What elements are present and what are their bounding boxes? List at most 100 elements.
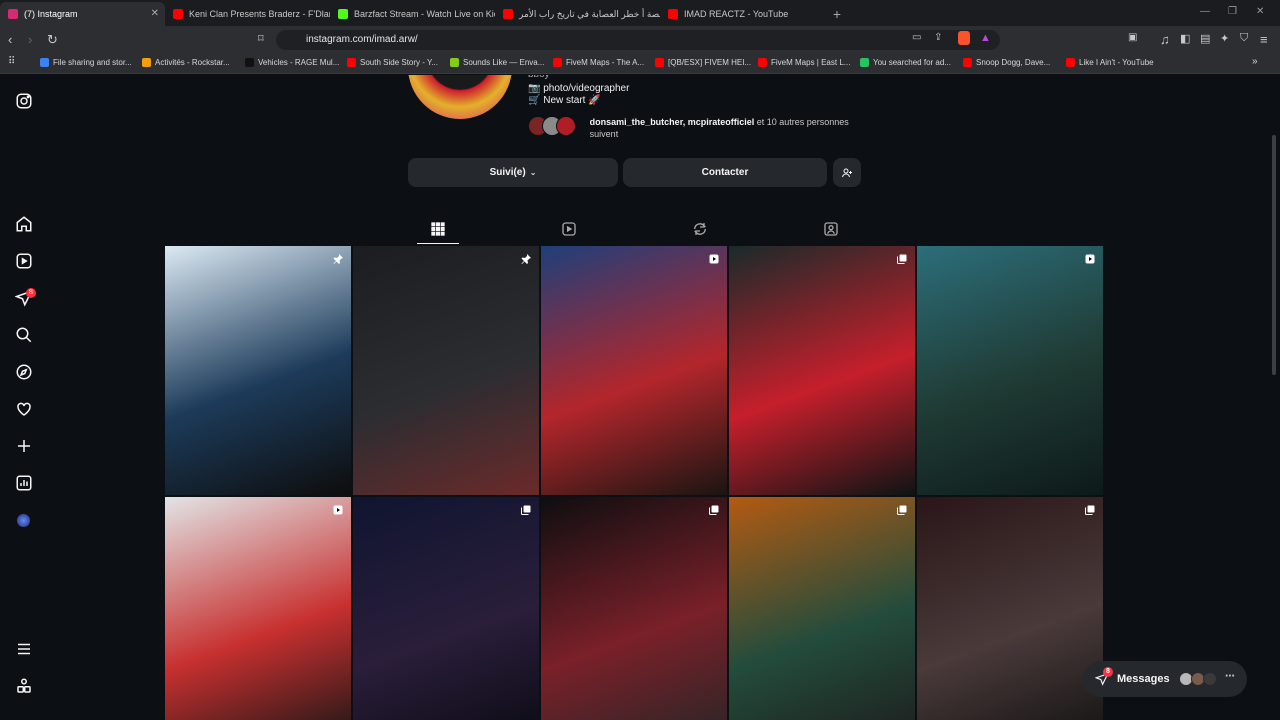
bookmark-item[interactable]: South Side Story - Y... [347, 58, 438, 67]
notifications-badge: 8 [26, 288, 36, 298]
bookmarks-bar: ⠿ File sharing and stor... Activités - Ro… [0, 54, 1280, 74]
active-tab-indicator [417, 243, 459, 244]
rewards-icon[interactable]: ▲ [980, 32, 991, 44]
bookmark-label: [QB/ESX] FIVEM HEI... [668, 58, 752, 67]
pin-icon [332, 252, 344, 264]
leo-ai-icon[interactable]: ✦ [1220, 32, 1229, 45]
following-button-label: Suivi(e) [489, 167, 526, 178]
bookmark-label: FiveM Maps | East L... [771, 58, 851, 67]
back-icon[interactable]: ‹ [8, 32, 12, 47]
reels-icon[interactable] [15, 252, 33, 270]
share-icon[interactable]: ⇪ [934, 32, 942, 43]
followed-by-names[interactable]: donsami_the_butcher, mcpirateofficiel [590, 117, 755, 127]
youtube-icon [503, 9, 513, 19]
reel-icon [1084, 252, 1096, 264]
post-tile[interactable] [541, 497, 727, 720]
suggested-users-button[interactable] [833, 158, 861, 187]
carousel-icon [896, 252, 908, 264]
bookmark-item[interactable]: Sounds Like — Enva... [450, 58, 544, 67]
bookmark-label: South Side Story - Y... [360, 58, 438, 67]
close-tab-icon[interactable]: ✕ [151, 8, 159, 19]
dashboard-icon[interactable] [15, 474, 33, 492]
create-icon[interactable] [15, 437, 33, 455]
sidebar-toggle-icon[interactable]: ▣ [1128, 32, 1137, 43]
minimize-icon[interactable]: — [1200, 6, 1210, 17]
wallet-icon[interactable]: ▤ [1200, 32, 1210, 45]
kick-icon [338, 9, 348, 19]
bookmark-item[interactable]: [QB/ESX] FIVEM HEI... [655, 58, 751, 67]
tab-tagged-icon[interactable] [823, 221, 839, 237]
post-tile[interactable] [353, 497, 539, 720]
browser-tab-title: قصة أ خطر العصابة في تاريخ راب الأمر [519, 8, 660, 19]
profile-picture[interactable] [408, 75, 512, 119]
browser-tab[interactable]: قصة أ خطر العصابة في تاريخ راب الأمر [495, 2, 660, 26]
post-tile[interactable] [541, 246, 727, 495]
post-tile[interactable] [353, 246, 539, 495]
post-tile[interactable] [729, 497, 915, 720]
bio-line-2: 📷 photo/videographer [528, 83, 630, 94]
carousel-icon [708, 503, 720, 515]
more-bookmarks-icon[interactable]: » [1252, 56, 1258, 67]
media-icon[interactable]: ♫ [1160, 32, 1170, 47]
post-tile[interactable] [917, 497, 1103, 720]
heart-icon[interactable] [15, 400, 33, 418]
browser-tab[interactable]: (7) Instagram ✕ [0, 2, 165, 26]
post-tile[interactable] [917, 246, 1103, 495]
cast-icon[interactable]: ▭ [912, 32, 921, 43]
bookmark-icon[interactable]: ⌑ [258, 32, 264, 45]
forward-icon[interactable]: › [28, 32, 32, 47]
more-menu-icon[interactable] [15, 640, 33, 658]
apps-grid-icon[interactable]: ⠿ [8, 56, 15, 67]
bookmark-item[interactable]: Snoop Dogg, Dave... [963, 58, 1050, 67]
vpn-icon[interactable]: ⛉ [1240, 32, 1248, 45]
bookmark-label: File sharing and stor... [53, 58, 132, 67]
explore-icon[interactable] [15, 363, 33, 381]
bookmark-item[interactable]: Activités - Rockstar... [142, 58, 230, 67]
close-window-icon[interactable]: ✕ [1256, 6, 1264, 17]
followed-by[interactable]: donsami_the_butcher, mcpirateofficiel et… [528, 116, 868, 140]
bookmark-item[interactable]: You searched for ad... [860, 58, 951, 67]
search-icon[interactable] [15, 326, 33, 344]
post-grid [165, 246, 1105, 720]
menu-icon[interactable]: ≡ [1260, 32, 1268, 47]
post-tile[interactable] [165, 497, 351, 720]
bookmark-item[interactable]: Vehicles - RAGE Mul... [245, 58, 339, 67]
url-bar[interactable]: instagram.com/imad.arw/ [276, 30, 1000, 50]
carousel-icon [1084, 503, 1096, 515]
browser-tab[interactable]: IMAD REACTZ - YouTube [660, 2, 825, 26]
browser-tab[interactable]: Barzfact Stream - Watch Live on Kick [330, 2, 495, 26]
tab-posts-grid-icon[interactable] [430, 221, 446, 237]
bookmark-label: FiveM Maps - The A... [566, 58, 645, 67]
bookmark-item[interactable]: File sharing and stor... [40, 58, 132, 67]
bookmark-favicon-icon [40, 58, 49, 67]
reel-icon [332, 503, 344, 515]
bookmark-item[interactable]: Like I Ain't - YouTube [1066, 58, 1154, 67]
page-scrollbar[interactable] [1272, 135, 1276, 375]
restore-icon[interactable]: ❐ [1228, 6, 1237, 17]
bookmark-item[interactable]: FiveM Maps - The A... [553, 58, 644, 67]
contact-button[interactable]: Contacter [623, 158, 827, 187]
profile-avatar-icon[interactable] [17, 514, 30, 527]
bookmark-item[interactable]: FiveM Maps | East L... [758, 58, 850, 67]
sidebar-icon[interactable]: ◧ [1180, 32, 1190, 45]
carousel-icon [520, 503, 532, 515]
tab-reels-icon[interactable] [561, 221, 577, 237]
pin-icon [520, 252, 532, 264]
followed-by-text: donsami_the_butcher, mcpirateofficiel et… [590, 116, 868, 140]
home-icon[interactable] [15, 215, 33, 233]
instagram-logo-icon[interactable] [15, 92, 33, 110]
reload-icon[interactable]: ↻ [47, 32, 58, 48]
following-button[interactable]: Suivi(e) ⌄ [408, 158, 618, 187]
browser-tab[interactable]: Keni Clan Presents Braderz - F'Dlam [165, 2, 330, 26]
chevron-down-icon: ⌄ [529, 168, 537, 177]
post-tile[interactable] [165, 246, 351, 495]
tab-reposts-icon[interactable] [692, 221, 708, 237]
reel-icon [708, 252, 720, 264]
brave-shield-icon[interactable] [958, 31, 970, 45]
new-tab-button[interactable]: + [825, 6, 849, 26]
post-tile[interactable] [729, 246, 915, 495]
messages-button[interactable]: 8 Messages ⋯ [1083, 661, 1247, 697]
contact-button-label: Contacter [701, 167, 749, 178]
bookmark-favicon-icon [963, 58, 972, 67]
also-from-meta-icon[interactable] [15, 677, 33, 695]
